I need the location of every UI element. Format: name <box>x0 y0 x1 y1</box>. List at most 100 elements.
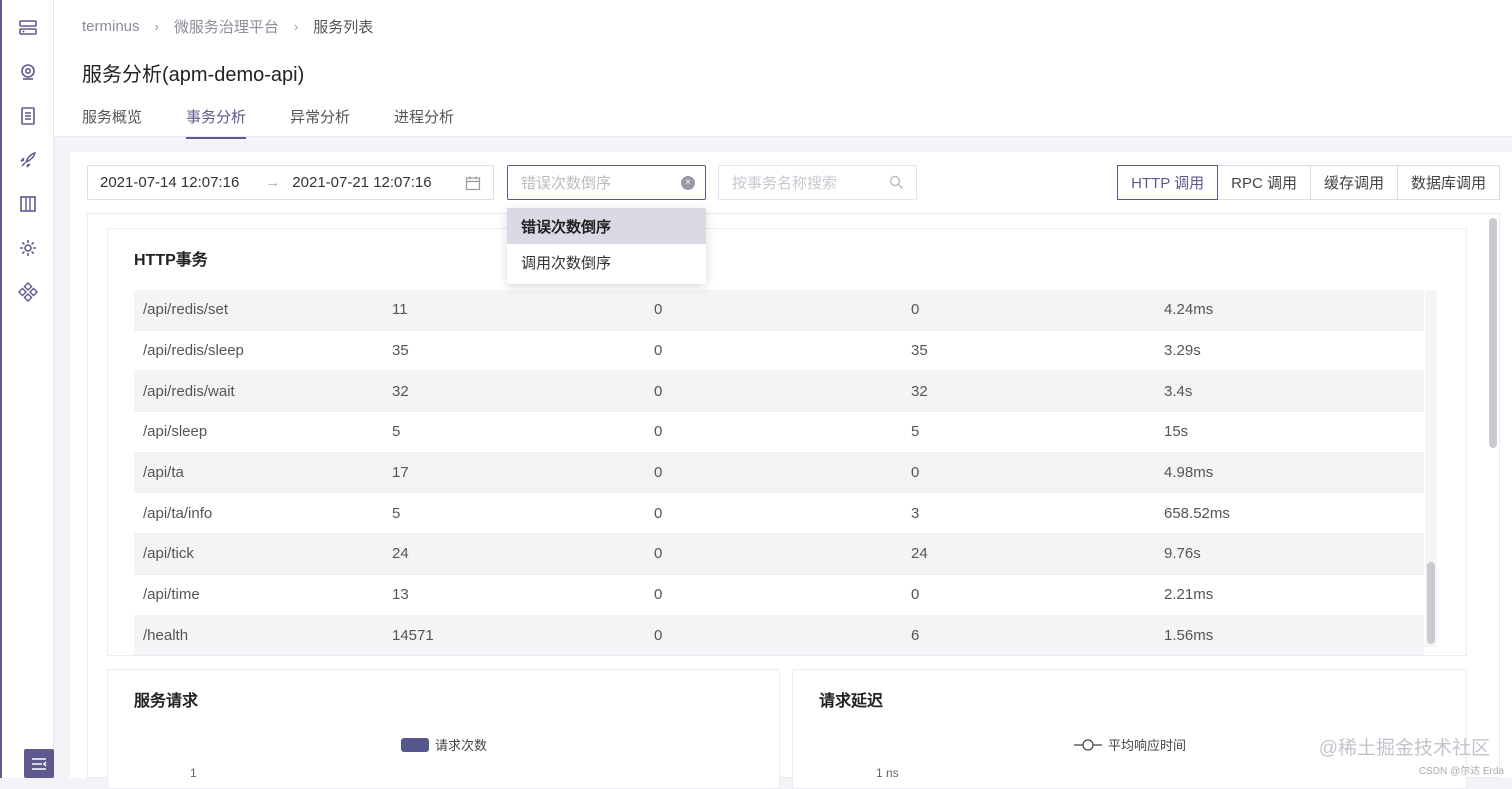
table-row[interactable]: /api/time 13 0 0 2.21ms <box>134 575 1424 616</box>
table-cell: 32 <box>911 382 928 400</box>
table-cell: /api/ta <box>143 464 184 482</box>
table-cell: /api/tick <box>143 545 194 563</box>
table-cell: 17 <box>392 464 409 482</box>
table-cell: 4.24ms <box>1164 301 1214 319</box>
table-cell: 0 <box>654 301 663 319</box>
sort-option-errors-desc[interactable]: 错误次数倒序 <box>507 208 706 244</box>
date-range-picker[interactable]: 2021-07-14 12:07:16 → 2021-07-21 12:07:1… <box>87 165 494 200</box>
apps-icon[interactable] <box>18 282 38 302</box>
table-cell: 0 <box>654 504 663 522</box>
webcam-icon[interactable] <box>18 62 38 82</box>
database-call-button[interactable]: 数据库调用 <box>1396 165 1500 200</box>
clear-icon[interactable]: × <box>681 176 695 190</box>
table-cell: /api/redis/wait <box>143 382 235 400</box>
table-cell: 11 <box>392 301 408 319</box>
table-row[interactable]: /api/redis/set 11 0 0 4.24ms <box>134 290 1424 331</box>
table-cell: 0 <box>911 301 920 319</box>
table-cell: 0 <box>911 586 920 604</box>
table-cell: 0 <box>654 464 663 482</box>
watermark-small: CSDN @尔达 Erda <box>1418 766 1504 777</box>
rocket-icon[interactable] <box>18 150 38 170</box>
table-cell: 3.29s <box>1164 342 1201 360</box>
http-call-button[interactable]: HTTP 调用 <box>1117 165 1219 200</box>
table-cell: 9.76s <box>1164 545 1201 563</box>
chart-legend[interactable]: 请求次数 <box>401 735 487 754</box>
panel-title: 请求延迟 <box>819 693 884 710</box>
table-row[interactable]: /api/redis/wait 32 0 32 3.4s <box>134 371 1424 413</box>
table-cell: 0 <box>654 626 663 644</box>
chevron-right-icon: › <box>293 19 299 34</box>
table-cell: 0 <box>654 342 663 360</box>
http-transactions-panel: HTTP事务 /api/redis/set 11 0 0 4.24ms/api/redi… <box>107 228 1467 656</box>
watermark: @稀土掘金技术社区 <box>1318 738 1490 759</box>
table-cell: /api/ta/info <box>143 504 213 522</box>
table-cell: 35 <box>911 342 928 360</box>
analysis-tabs: 服务概览 事务分析 异常分析 进程分析 <box>82 106 498 139</box>
cache-call-button[interactable]: 缓存调用 <box>1309 165 1398 200</box>
legend-swatch <box>401 737 429 752</box>
rpc-call-button[interactable]: RPC 调用 <box>1217 165 1311 200</box>
tab-exception-analysis[interactable]: 异常分析 <box>290 106 350 139</box>
document-icon[interactable] <box>18 106 38 126</box>
table-scrollbar[interactable] <box>1425 290 1437 647</box>
server-icon[interactable] <box>18 18 38 38</box>
calendar-icon <box>465 176 481 191</box>
collapse-menu-button[interactable] <box>24 749 54 778</box>
breadcrumb-item-platform[interactable]: 微服务治理平台 <box>174 16 279 37</box>
table-row[interactable]: /api/sleep 5 0 5 15s <box>134 412 1424 453</box>
main-card: 2021-07-14 12:07:16 → 2021-07-21 12:07:1… <box>70 152 1512 789</box>
legend-label: 请求次数 <box>435 738 488 753</box>
page-title: 服务分析(apm-demo-api) <box>82 64 305 86</box>
table-cell: 1.56ms <box>1164 626 1214 644</box>
content-scroll-area: HTTP事务 /api/redis/set 11 0 0 4.24ms/api/redi… <box>87 213 1500 789</box>
table-row[interactable]: /api/redis/sleep 35 0 35 3.29s <box>134 331 1424 372</box>
table-cell: 3 <box>911 504 920 522</box>
tab-service-overview[interactable]: 服务概览 <box>82 106 142 139</box>
sort-select[interactable]: 错误次数倒序 × <box>507 165 706 200</box>
table-row[interactable]: /api/tick 24 0 24 9.76s <box>134 534 1424 575</box>
transaction-search-input[interactable]: 按事务名称搜索 <box>718 165 917 200</box>
search-placeholder: 按事务名称搜索 <box>732 175 838 192</box>
table-cell: 0 <box>654 586 663 604</box>
tab-process-analysis[interactable]: 进程分析 <box>394 106 454 139</box>
breadcrumb-item-service-list[interactable]: 服务列表 <box>313 16 373 37</box>
menu-fold-icon <box>32 757 47 770</box>
page-scrollbar[interactable] <box>1489 218 1497 448</box>
service-request-panel: 服务请求 请求次数 1 <box>107 669 780 789</box>
table-cell: 15s <box>1164 423 1189 441</box>
side-nav-rail <box>0 0 54 778</box>
date-start[interactable]: 2021-07-14 12:07:16 <box>100 174 239 191</box>
table-cell: 24 <box>392 545 409 563</box>
table-cell: 13 <box>392 586 409 604</box>
call-type-toggle: HTTP 调用 RPC 调用 缓存调用 数据库调用 <box>1117 165 1500 200</box>
gear-icon[interactable] <box>18 238 38 258</box>
table-cell: /api/redis/set <box>143 301 229 319</box>
table-cell: 3.4s <box>1164 382 1193 400</box>
table-cell: 2.21ms <box>1164 586 1214 604</box>
table-row[interactable]: /health 14571 0 6 1.56ms <box>134 615 1424 655</box>
book-icon[interactable] <box>18 194 38 214</box>
breadcrumb-item-org[interactable]: terminus <box>82 18 140 35</box>
table-cell: 24 <box>911 545 928 563</box>
table-row[interactable]: /api/ta/info 5 0 3 658.52ms <box>134 493 1424 535</box>
sort-option-calls-desc[interactable]: 调用次数倒序 <box>507 244 706 280</box>
legend-line-marker <box>1074 738 1102 751</box>
transactions-table: /api/redis/set 11 0 0 4.24ms/api/redis/sleep… <box>134 290 1424 655</box>
table-cell: 0 <box>654 545 663 563</box>
table-cell: 4.98ms <box>1164 464 1214 482</box>
date-end[interactable]: 2021-07-21 12:07:16 <box>292 174 431 191</box>
table-cell: /api/redis/sleep <box>143 342 244 360</box>
sort-dropdown-menu: 错误次数倒序 调用次数倒序 <box>507 208 706 284</box>
sort-select-placeholder: 错误次数倒序 <box>521 175 612 192</box>
search-icon <box>889 175 903 189</box>
chart-legend[interactable]: 平均响应时间 <box>1074 735 1186 754</box>
table-cell: /health <box>143 626 189 644</box>
request-latency-panel: 请求延迟 平均响应时间 1 ns <box>792 669 1467 789</box>
table-row[interactable]: /api/ta 17 0 0 4.98ms <box>134 452 1424 494</box>
table-cell: 0 <box>911 464 920 482</box>
table-cell: 658.52ms <box>1164 504 1230 522</box>
table-cell: 14571 <box>392 626 434 644</box>
table-cell: 35 <box>392 342 409 360</box>
breadcrumb: terminus › 微服务治理平台 › 服务列表 <box>82 16 373 37</box>
tab-transaction-analysis[interactable]: 事务分析 <box>186 106 247 139</box>
